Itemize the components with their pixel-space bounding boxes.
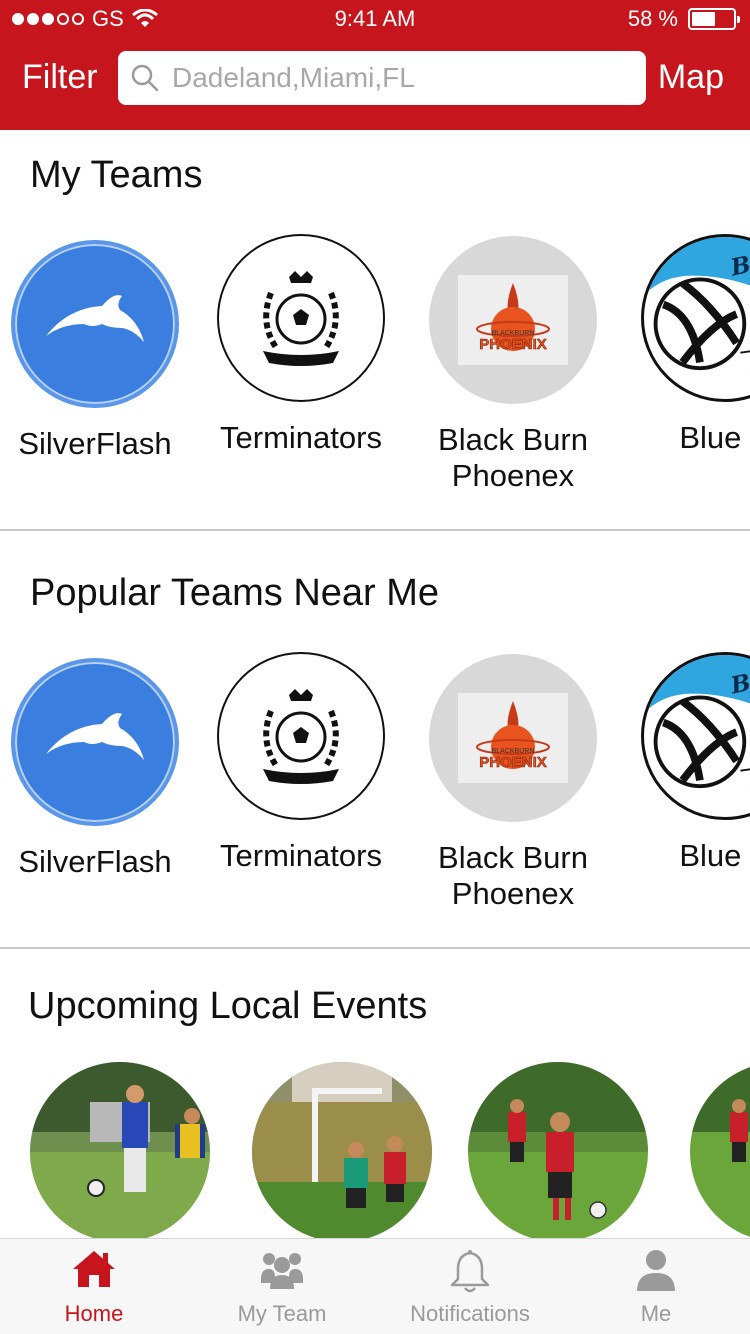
event-item[interactable] [468, 1062, 648, 1238]
app-header: GS 9:41 AM 58 % Filter Map [0, 0, 750, 130]
team-name: Terminators [220, 420, 382, 455]
volleyball-logo: Blue S [641, 234, 750, 402]
home-icon [73, 1251, 115, 1287]
team-card[interactable]: BLACKBURN PHOENIX Black Burn Phoenex [403, 654, 623, 912]
my-teams-section: My Teams SilverFlash Terminators BLACKBU… [0, 130, 750, 530]
soccer-match-photo [30, 1062, 210, 1238]
divider [0, 529, 750, 531]
youth-soccer-photo [252, 1062, 432, 1238]
team-card[interactable]: SilverFlash [0, 658, 205, 880]
soccer-crest-logo [217, 234, 385, 402]
phoenix-logo: BLACKBURN PHOENIX [429, 236, 597, 404]
dolphin-logo [11, 240, 179, 408]
youth-soccer-field-photo [468, 1062, 648, 1238]
map-button[interactable]: Map [658, 58, 724, 97]
team-card[interactable]: Blue S Blue S [615, 234, 750, 456]
event-item[interactable] [252, 1062, 432, 1238]
soccer-crest-logo [217, 652, 385, 820]
tab-label: Me [640, 1301, 672, 1326]
tab-me[interactable]: Me [562, 1239, 750, 1334]
event-item[interactable] [30, 1062, 210, 1238]
tab-label: Home [64, 1301, 124, 1326]
tab-bar: Home My Team Notifications Me [0, 1238, 750, 1334]
tab-notifications[interactable]: Notifications [376, 1239, 564, 1334]
events-section: Upcoming Local Events [0, 965, 750, 1238]
popular-teams-section: Popular Teams Near Me SilverFlash Termin… [0, 548, 750, 948]
svg-text:PHOENIX: PHOENIX [479, 336, 547, 353]
battery-percent: 58 % [627, 6, 678, 31]
svg-text:PHOENIX: PHOENIX [479, 754, 547, 771]
bell-icon [450, 1250, 490, 1293]
person-icon [637, 1250, 675, 1291]
team-card[interactable]: Blue S Blue S [615, 652, 750, 874]
section-title: My Teams [30, 154, 203, 196]
search-bar[interactable] [118, 51, 646, 105]
team-name: Blue S [679, 420, 750, 455]
group-icon [261, 1253, 303, 1289]
youth-soccer-partial-photo [690, 1062, 750, 1238]
divider [0, 947, 750, 949]
search-input[interactable] [172, 62, 632, 94]
filter-button[interactable]: Filter [22, 58, 98, 97]
team-name: Black Burn Phoenex [438, 422, 588, 493]
battery-icon [688, 8, 740, 30]
team-name: SilverFlash [18, 426, 172, 461]
tab-my-team[interactable]: My Team [188, 1239, 376, 1334]
team-card[interactable]: SilverFlash [0, 240, 205, 462]
volleyball-logo: Blue S [641, 652, 750, 820]
team-card[interactable]: BLACKBURN PHOENIX Black Burn Phoenex [403, 236, 623, 494]
tab-home[interactable]: Home [0, 1239, 188, 1334]
tab-label: My Team [237, 1301, 327, 1326]
team-card[interactable]: Terminators [191, 234, 411, 456]
team-name: Terminators [220, 838, 382, 873]
tab-label: Notifications [410, 1301, 530, 1326]
status-bar: GS 9:41 AM 58 % [0, 0, 750, 36]
section-title: Upcoming Local Events [28, 985, 428, 1027]
team-name: Blue S [679, 838, 750, 873]
phoenix-logo: BLACKBURN PHOENIX [429, 654, 597, 822]
team-name: Black Burn Phoenex [438, 840, 588, 911]
team-name: SilverFlash [18, 844, 172, 879]
search-icon [131, 64, 159, 92]
dolphin-logo [11, 658, 179, 826]
team-card[interactable]: Terminators [191, 652, 411, 874]
section-title: Popular Teams Near Me [30, 572, 440, 614]
event-item[interactable] [690, 1062, 750, 1238]
